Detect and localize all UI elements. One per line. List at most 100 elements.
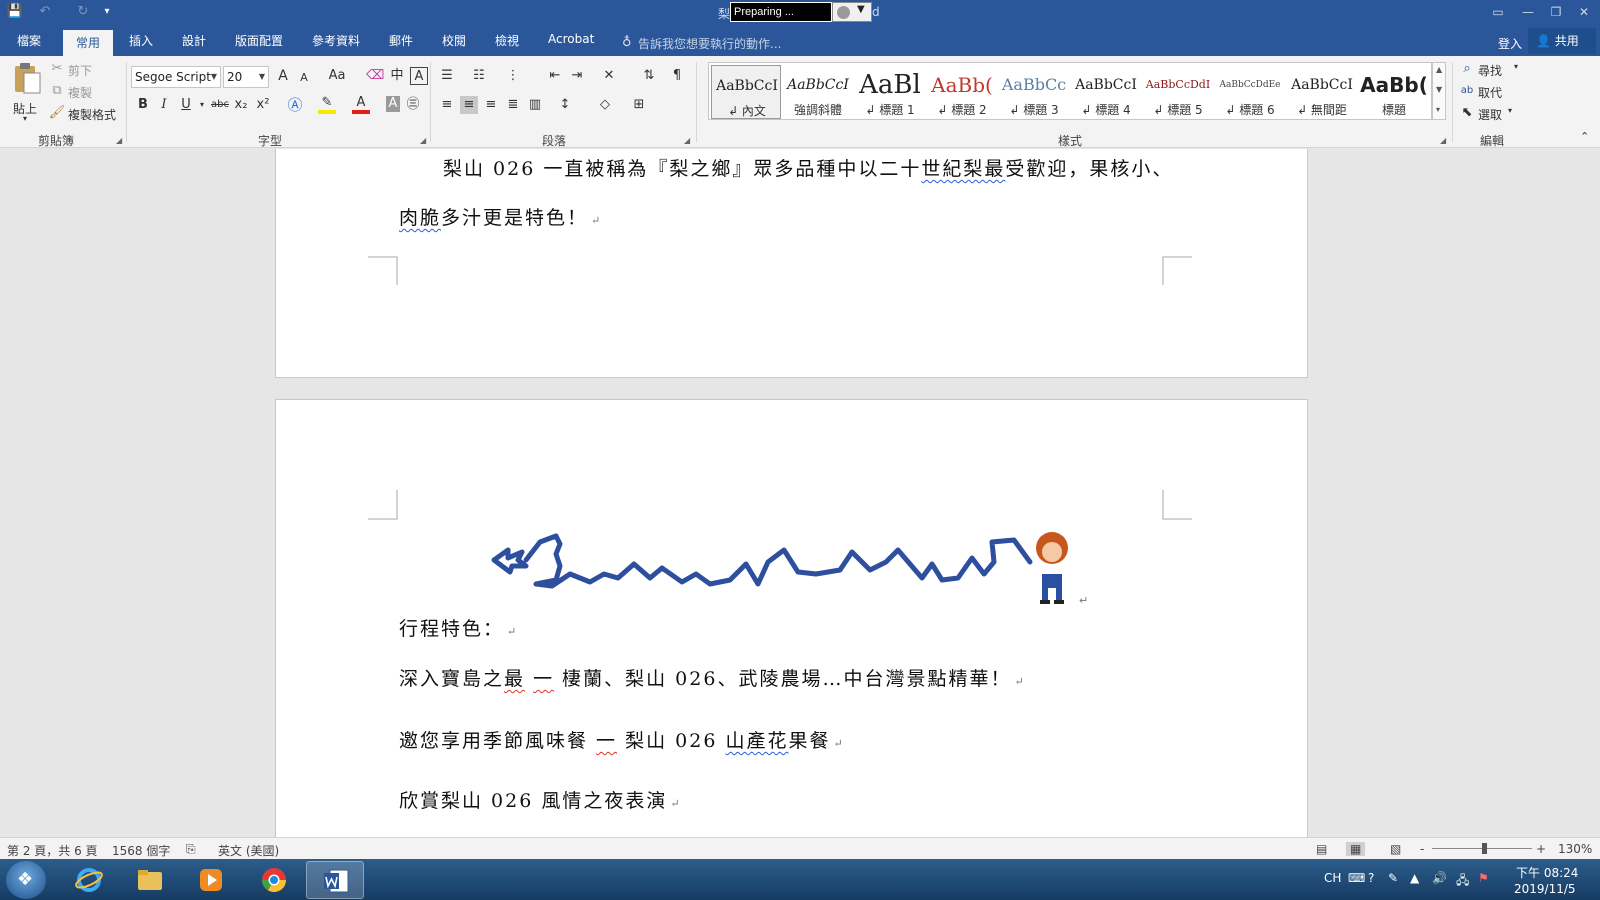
character-border-icon[interactable]: A — [410, 67, 428, 85]
more-icon[interactable]: ▾ — [1436, 105, 1440, 114]
justify-icon[interactable]: ≣ — [504, 96, 522, 114]
taskbar-chrome[interactable] — [245, 861, 303, 899]
page-2[interactable]: ↵ 行程特色： ↵ 深入寶島之最 一 棲蘭、梨山 026、武陵農場…中台灣景點精華… — [275, 399, 1308, 837]
taskbar-word[interactable] — [306, 861, 364, 899]
share-button[interactable]: 👤 共用 — [1528, 28, 1596, 54]
phonetic-guide-icon[interactable]: 中 — [388, 67, 406, 85]
distributed-icon[interactable]: ▥ — [526, 96, 544, 114]
borders-icon[interactable]: ⊞ — [630, 96, 648, 114]
clock-date[interactable]: 2019/11/5 — [1514, 882, 1576, 896]
word-count[interactable]: 1568 個字 — [112, 842, 170, 859]
taskbar-internet-explorer[interactable] — [60, 861, 118, 899]
styles-launcher-icon[interactable]: ◢ — [1440, 136, 1446, 145]
show-hidden-icons[interactable]: ▲ — [1410, 871, 1419, 885]
start-button[interactable]: ❖ — [6, 861, 46, 899]
read-mode-icon[interactable]: ▤ — [1316, 842, 1327, 856]
document-paragraph[interactable]: 邀您享用季節風味餐 一 梨山 026 山產花果餐 ↵ — [399, 726, 843, 753]
chevron-down-icon[interactable]: ▼ — [1436, 85, 1442, 94]
customize-quick-access-icon[interactable]: ▾ — [98, 3, 116, 21]
style-heading-4[interactable]: AaBbCcI ↲ 標題 4 — [1071, 65, 1141, 119]
change-case-button[interactable]: Aa — [324, 67, 350, 85]
styles-gallery-scroll[interactable]: ▲ ▼ ▾ — [1432, 62, 1446, 120]
action-center-icon[interactable]: ⚑ — [1478, 871, 1489, 885]
volume-icon[interactable]: 🔊 — [1432, 871, 1447, 885]
text-effects-icon[interactable]: Ⓐ — [286, 96, 304, 114]
paragraph-launcher-icon[interactable]: ◢ — [684, 136, 690, 145]
cut-button[interactable]: 剪下 — [68, 62, 92, 79]
tab-design[interactable]: 設計 — [182, 32, 206, 56]
collapse-ribbon-icon[interactable]: ⌃ — [1580, 130, 1589, 143]
clear-formatting-icon[interactable]: ⌫ — [366, 67, 384, 85]
bold-button[interactable]: B — [134, 96, 152, 114]
zoom-level[interactable]: 130% — [1558, 842, 1592, 856]
multilevel-list-icon[interactable]: ⋮ — [504, 67, 522, 85]
sort-icon[interactable]: ⇅ — [640, 67, 658, 85]
clipboard-launcher-icon[interactable]: ◢ — [116, 136, 122, 145]
replace-button[interactable]: 取代 — [1478, 84, 1502, 101]
align-right-icon[interactable]: ≡ — [482, 96, 500, 114]
chevron-down-icon[interactable]: ▾ — [1514, 62, 1518, 71]
style-title[interactable]: AaBb( 標題 — [1359, 65, 1429, 119]
grow-font-icon[interactable]: A — [274, 67, 292, 85]
tab-insert[interactable]: 插入 — [129, 32, 153, 56]
tab-file[interactable]: 檔案 — [17, 32, 41, 56]
style-heading-6[interactable]: AaBbCcDdEe ↲ 標題 6 — [1215, 65, 1285, 119]
document-area[interactable]: 梨山 026 一直被稱為『梨之鄉』眾多品種中以二十世紀梨最受歡迎，果核小、 肉脆… — [0, 149, 1600, 837]
zoom-in-button[interactable]: + — [1536, 842, 1546, 856]
recorder-control[interactable]: ▼ — [832, 2, 872, 22]
style-heading-5[interactable]: AaBbCcDdI ↲ 標題 5 — [1143, 65, 1213, 119]
web-layout-icon[interactable]: ▧ — [1390, 842, 1401, 856]
document-heading[interactable]: 行程特色： ↵ — [399, 614, 516, 641]
style-heading-3[interactable]: AaBbCc ↲ 標題 3 — [999, 65, 1069, 119]
style-heading-2[interactable]: AaBb( ↲ 標題 2 — [927, 65, 997, 119]
superscript-button[interactable]: x² — [254, 96, 272, 114]
shrink-font-icon[interactable]: A — [295, 69, 313, 87]
document-paragraph[interactable]: 梨山 026 一直被稱為『梨之鄉』眾多品種中以二十世紀梨最受歡迎，果核小、 — [443, 154, 1173, 181]
style-no-spacing[interactable]: AaBbCcI ↲ 無間距 — [1287, 65, 1357, 119]
font-size-combo[interactable]: 20 ▼ — [223, 66, 269, 88]
highlight-icon[interactable]: ✎ — [318, 96, 336, 114]
tab-review[interactable]: 校閱 — [442, 32, 466, 56]
strikethrough-button[interactable]: abc — [209, 96, 231, 114]
style-heading-1[interactable]: AaBl ↲ 標題 1 — [855, 65, 925, 119]
find-button[interactable]: 尋找 — [1478, 62, 1502, 79]
decrease-indent-icon[interactable]: ⇤ — [546, 67, 564, 85]
enclose-characters-icon[interactable]: ㊂ — [404, 96, 422, 114]
zoom-slider-thumb[interactable] — [1482, 843, 1487, 854]
numbering-icon[interactable]: ☷ — [470, 67, 488, 85]
document-paragraph[interactable]: 欣賞梨山 026 風情之夜表演 ↵ — [399, 786, 680, 813]
undo-icon[interactable]: ↶ — [36, 3, 54, 21]
ribbon-display-options-button[interactable]: ▭ — [1486, 2, 1510, 22]
tab-references[interactable]: 參考資料 — [312, 32, 360, 56]
close-button[interactable]: ✕ — [1572, 2, 1596, 22]
font-name-combo[interactable]: Segoe Script ▼ — [131, 66, 221, 88]
proofing-icon[interactable]: ⎘ — [186, 842, 196, 857]
keyboard-icon[interactable]: ⌨ — [1348, 871, 1365, 885]
sign-in-link[interactable]: 登入 — [1498, 35, 1522, 52]
taskbar-media-player[interactable] — [182, 861, 240, 899]
pen-icon[interactable]: ✎ — [1388, 871, 1398, 885]
bullets-icon[interactable]: ☰ — [438, 67, 456, 85]
print-layout-icon[interactable]: ▦ — [1346, 842, 1366, 856]
chevron-up-icon[interactable]: ▲ — [1436, 65, 1442, 74]
select-button[interactable]: 選取 — [1478, 106, 1502, 123]
tab-layout[interactable]: 版面配置 — [235, 32, 283, 56]
clock-time[interactable]: 下午 08:24 — [1516, 864, 1578, 881]
align-left-icon[interactable]: ≡ — [438, 96, 456, 114]
character-shading-button[interactable]: A — [386, 96, 400, 112]
save-icon[interactable]: 💾 — [6, 3, 24, 21]
network-icon[interactable]: 🖧 — [1456, 871, 1469, 892]
tab-mailings[interactable]: 郵件 — [389, 32, 413, 56]
document-paragraph[interactable]: 肉脆多汁更是特色！ ↵ — [399, 203, 600, 230]
style-subtle-emphasis[interactable]: AaBbCcI 強調斜體 — [783, 65, 853, 119]
font-color-button[interactable]: A — [352, 96, 370, 114]
language-indicator[interactable]: 英文 (美國) — [218, 842, 279, 859]
help-icon[interactable]: ? — [1368, 871, 1374, 885]
page-1[interactable]: 梨山 026 一直被稱為『梨之鄉』眾多品種中以二十世紀梨最受歡迎，果核小、 肉脆… — [275, 149, 1308, 378]
align-center-icon[interactable]: ≡ — [460, 96, 478, 114]
tab-view[interactable]: 檢視 — [495, 32, 519, 56]
zoom-out-button[interactable]: - — [1420, 842, 1424, 856]
shading-icon[interactable]: ◇ — [596, 96, 614, 114]
italic-button[interactable]: I — [155, 96, 173, 114]
restore-button[interactable]: ❐ — [1544, 2, 1568, 22]
